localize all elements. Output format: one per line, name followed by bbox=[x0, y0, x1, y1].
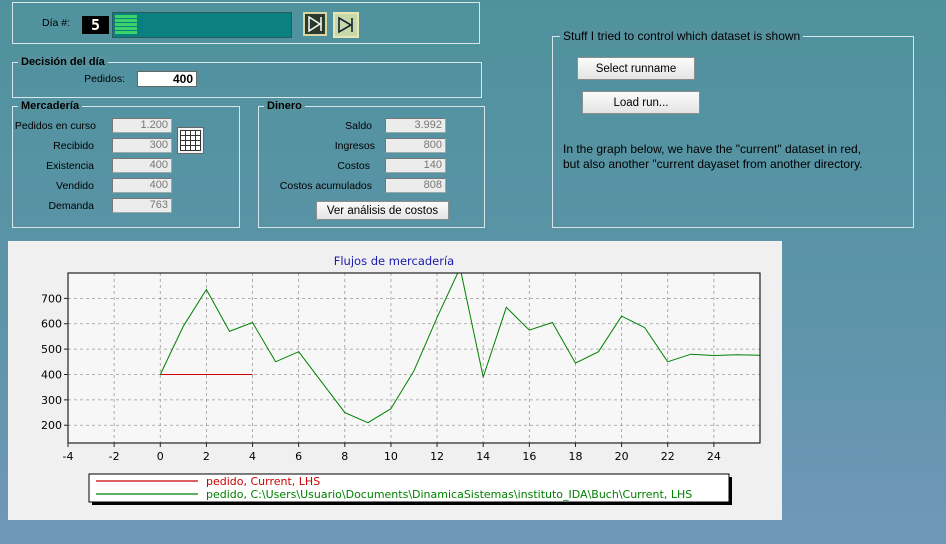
mercaderia-value: 300 bbox=[112, 138, 172, 153]
x-tick-label: 16 bbox=[522, 450, 536, 463]
load-run-button[interactable]: Load run... bbox=[582, 91, 700, 114]
chart-panel: Flujos de mercadería -4 -2 0 2 4 6 8 10 12 14 16 18… bbox=[8, 241, 782, 520]
mercaderia-label: Recibido bbox=[53, 140, 94, 152]
mercaderia-value: 1.200 bbox=[112, 118, 172, 133]
x-tick-label: 18 bbox=[568, 450, 582, 463]
dataset-title: Stuff I tried to control which dataset i… bbox=[560, 29, 804, 43]
y-tick-label: 400 bbox=[41, 368, 62, 381]
mercaderia-title: Mercadería bbox=[18, 100, 83, 112]
dataset-note-line1: In the graph below, we have the "current… bbox=[563, 142, 862, 156]
decision-title: Decisión del día bbox=[18, 56, 108, 68]
y-tick-label: 700 bbox=[41, 292, 62, 305]
day-progress-bar bbox=[112, 12, 292, 38]
legend: pedido, Current, LHS pedido, C:\Users\Us… bbox=[88, 473, 732, 505]
y-tick-label: 600 bbox=[41, 318, 62, 331]
dinero-label: Costos bbox=[337, 160, 370, 172]
run-to-end-button[interactable] bbox=[333, 12, 359, 38]
x-tick-label: 4 bbox=[249, 450, 256, 463]
x-tick-label: 8 bbox=[341, 450, 348, 463]
day-progress-fill bbox=[115, 15, 137, 35]
x-tick-label: 14 bbox=[476, 450, 490, 463]
mercaderia-value: 400 bbox=[112, 178, 172, 193]
table-view-button[interactable] bbox=[177, 127, 204, 154]
dinero-label: Costos acumulados bbox=[279, 180, 372, 192]
x-tick-label: 6 bbox=[295, 450, 302, 463]
x-tick-label: 0 bbox=[157, 450, 164, 463]
dinero-value: 800 bbox=[385, 138, 446, 153]
dia-label: Día #: bbox=[41, 17, 70, 29]
mercaderia-value: 400 bbox=[112, 158, 172, 173]
mercaderia-label: Pedidos en curso bbox=[14, 120, 96, 132]
pedidos-input[interactable] bbox=[137, 71, 197, 87]
legend-entry-red: pedido, Current, LHS bbox=[206, 475, 320, 488]
x-tick-label: -4 bbox=[63, 450, 74, 463]
play-end-icon bbox=[338, 16, 353, 34]
mercaderia-label: Existencia bbox=[46, 160, 94, 172]
ver-analisis-costos-button[interactable]: Ver análisis de costos bbox=[316, 201, 449, 220]
day-counter: 5 bbox=[82, 16, 109, 34]
mercaderia-value: 763 bbox=[112, 198, 172, 213]
dinero-value: 808 bbox=[385, 178, 446, 193]
dinero-label: Saldo bbox=[345, 120, 372, 132]
mercaderia-label: Vendido bbox=[56, 180, 94, 192]
select-runname-button[interactable]: Select runname bbox=[577, 57, 695, 80]
x-tick-label: 20 bbox=[615, 450, 629, 463]
dinero-label: Ingresos bbox=[334, 140, 375, 152]
y-tick-label: 200 bbox=[41, 419, 62, 432]
y-tick-label: 300 bbox=[41, 394, 62, 407]
grid-table-icon bbox=[180, 130, 201, 151]
flujos-chart: Flujos de mercadería -4 -2 0 2 4 6 8 10 12 14 16 18… bbox=[41, 254, 761, 505]
chart-title: Flujos de mercadería bbox=[334, 254, 454, 268]
x-tick-label: 12 bbox=[430, 450, 444, 463]
step-forward-icon bbox=[308, 15, 322, 33]
dataset-note-line2: but also another "current dayaset from a… bbox=[563, 157, 863, 171]
x-tick-label: 24 bbox=[707, 450, 721, 463]
dinero-value: 3.992 bbox=[385, 118, 446, 133]
legend-entry-green: pedido, C:\Users\Usuario\Documents\Dinam… bbox=[206, 488, 692, 501]
step-forward-button[interactable] bbox=[303, 12, 327, 36]
y-tick-label: 500 bbox=[41, 343, 62, 356]
x-tick-label: 10 bbox=[384, 450, 398, 463]
x-tick-label: 22 bbox=[661, 450, 675, 463]
dinero-title: Dinero bbox=[264, 100, 305, 112]
x-tick-label: -2 bbox=[109, 450, 120, 463]
mercaderia-label: Demanda bbox=[48, 200, 94, 212]
x-tick-label: 2 bbox=[203, 450, 210, 463]
pedidos-label: Pedidos: bbox=[84, 73, 125, 85]
dinero-value: 140 bbox=[385, 158, 446, 173]
day-counter-value: 5 bbox=[90, 16, 101, 34]
